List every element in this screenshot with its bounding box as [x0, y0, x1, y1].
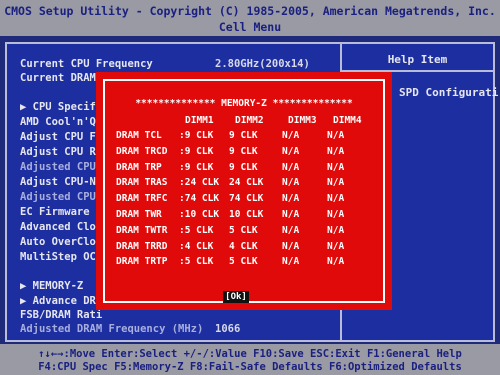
timing-value: :5 CLK: [179, 256, 214, 268]
timing-value: 10 CLK: [229, 209, 264, 220]
setting-item[interactable]: ▶ MEMORY-Z: [20, 280, 83, 292]
setting-item[interactable]: Adjusted DRAM Frequency (MHz): [20, 323, 203, 335]
timing-value: N/A: [282, 193, 300, 205]
app-title: CMOS Setup Utility - Copyright (C) 1985-…: [4, 4, 496, 18]
timing-label: DRAM TRCD: [116, 145, 168, 157]
timing-value: 5 CLK: [229, 224, 258, 236]
column-header: DIMM2: [235, 115, 264, 126]
timing-value: :9 CLK: [179, 145, 214, 157]
setting-item[interactable]: FSB/DRAM Rati: [20, 309, 102, 321]
timing-label: DRAM TRP: [116, 161, 162, 173]
key-help-bar: ↑↓←→:Move Enter:Select +/-/:Value F10:Sa…: [0, 344, 500, 375]
timing-value: 9 CLK: [229, 145, 258, 157]
column-header: DIMM1: [185, 115, 214, 126]
title-bar: CMOS Setup Utility - Copyright (C) 1985-…: [0, 0, 500, 36]
memory-z-dialog: ************** MEMORY-Z ************** D…: [96, 72, 392, 310]
timing-value: N/A: [282, 130, 300, 141]
column-header: DIMM4: [333, 115, 362, 126]
setting-item[interactable]: ▶ CPU Specifi: [20, 101, 102, 113]
column-header: DIMM3: [288, 115, 317, 126]
timing-value: N/A: [327, 145, 345, 157]
setting-item[interactable]: Adjusted CPU: [20, 161, 96, 173]
timing-value: :24 CLK: [179, 177, 220, 189]
timing-label: DRAM TRAS: [116, 177, 168, 189]
help-text: SPD Configurati: [399, 86, 499, 99]
timing-value: :74 CLK: [179, 193, 220, 205]
key-help-line-1: ↑↓←→:Move Enter:Select +/-/:Value F10:Sa…: [38, 348, 462, 360]
timing-value: N/A: [327, 177, 345, 189]
timing-value: N/A: [327, 161, 345, 173]
setting-item[interactable]: Auto OverCloc: [20, 236, 102, 248]
setting-item[interactable]: Adjust CPU FS: [20, 131, 102, 143]
setting-item[interactable]: AMD Cool'n'Qu: [20, 116, 102, 128]
setting-value[interactable]: 2.80GHz(200x14): [215, 58, 310, 70]
timing-value: :5 CLK: [179, 224, 214, 236]
timing-value: N/A: [282, 256, 300, 268]
setting-value[interactable]: 1066: [215, 323, 240, 335]
timing-value: N/A: [327, 256, 345, 268]
timing-value: :9 CLK: [179, 161, 214, 173]
timing-value: N/A: [282, 177, 300, 189]
timing-value: 9 CLK: [229, 130, 258, 141]
timing-value: 4 CLK: [229, 240, 258, 252]
dialog-border: [103, 79, 385, 303]
timing-label: DRAM TWR: [116, 209, 162, 220]
setting-item[interactable]: Current CPU Frequency: [20, 58, 153, 70]
setting-item[interactable]: EC Firmware: [20, 206, 90, 218]
setting-item[interactable]: ▶ Advance DRA: [20, 295, 102, 307]
timing-value: 24 CLK: [229, 177, 264, 189]
timing-value: :4 CLK: [179, 240, 214, 252]
timing-value: 5 CLK: [229, 256, 258, 268]
timing-value: N/A: [282, 240, 300, 252]
timing-value: :9 CLK: [179, 130, 214, 141]
setting-item[interactable]: MultiStep OC: [20, 251, 96, 263]
timing-value: N/A: [282, 161, 300, 173]
timing-label: DRAM TRFC: [116, 193, 168, 205]
timing-value: N/A: [282, 209, 300, 220]
key-help-line-2: F4:CPU Spec F5:Memory-Z F8:Fail-Safe Def…: [38, 361, 462, 373]
timing-label: DRAM TWTR: [116, 224, 168, 236]
timing-label: DRAM TRRD: [116, 240, 168, 252]
timing-value: N/A: [327, 130, 345, 141]
timing-value: N/A: [327, 193, 345, 205]
setting-item[interactable]: Advanced Cloc: [20, 221, 102, 233]
timing-label: DRAM TRTP: [116, 256, 168, 268]
menu-title: Cell Menu: [218, 20, 282, 34]
setting-item[interactable]: Current DRAM: [20, 72, 96, 84]
timing-value: N/A: [282, 224, 300, 236]
timing-value: N/A: [327, 240, 345, 252]
setting-item[interactable]: Adjust CPU-NB: [20, 176, 102, 188]
help-title: Help Item: [387, 53, 448, 66]
timing-value: N/A: [327, 209, 345, 220]
timing-label: DRAM TCL: [116, 130, 162, 141]
ok-button[interactable]: [Ok]: [223, 291, 249, 303]
timing-value: 74 CLK: [229, 193, 264, 205]
setting-item[interactable]: Adjust CPU Ra: [20, 146, 102, 158]
timing-value: :10 CLK: [179, 209, 220, 220]
timing-value: 9 CLK: [229, 161, 258, 173]
dialog-title: ************** MEMORY-Z **************: [135, 98, 353, 109]
timing-value: N/A: [327, 224, 345, 236]
setting-item[interactable]: Adjusted CPU-: [20, 191, 102, 203]
timing-value: N/A: [282, 145, 300, 157]
